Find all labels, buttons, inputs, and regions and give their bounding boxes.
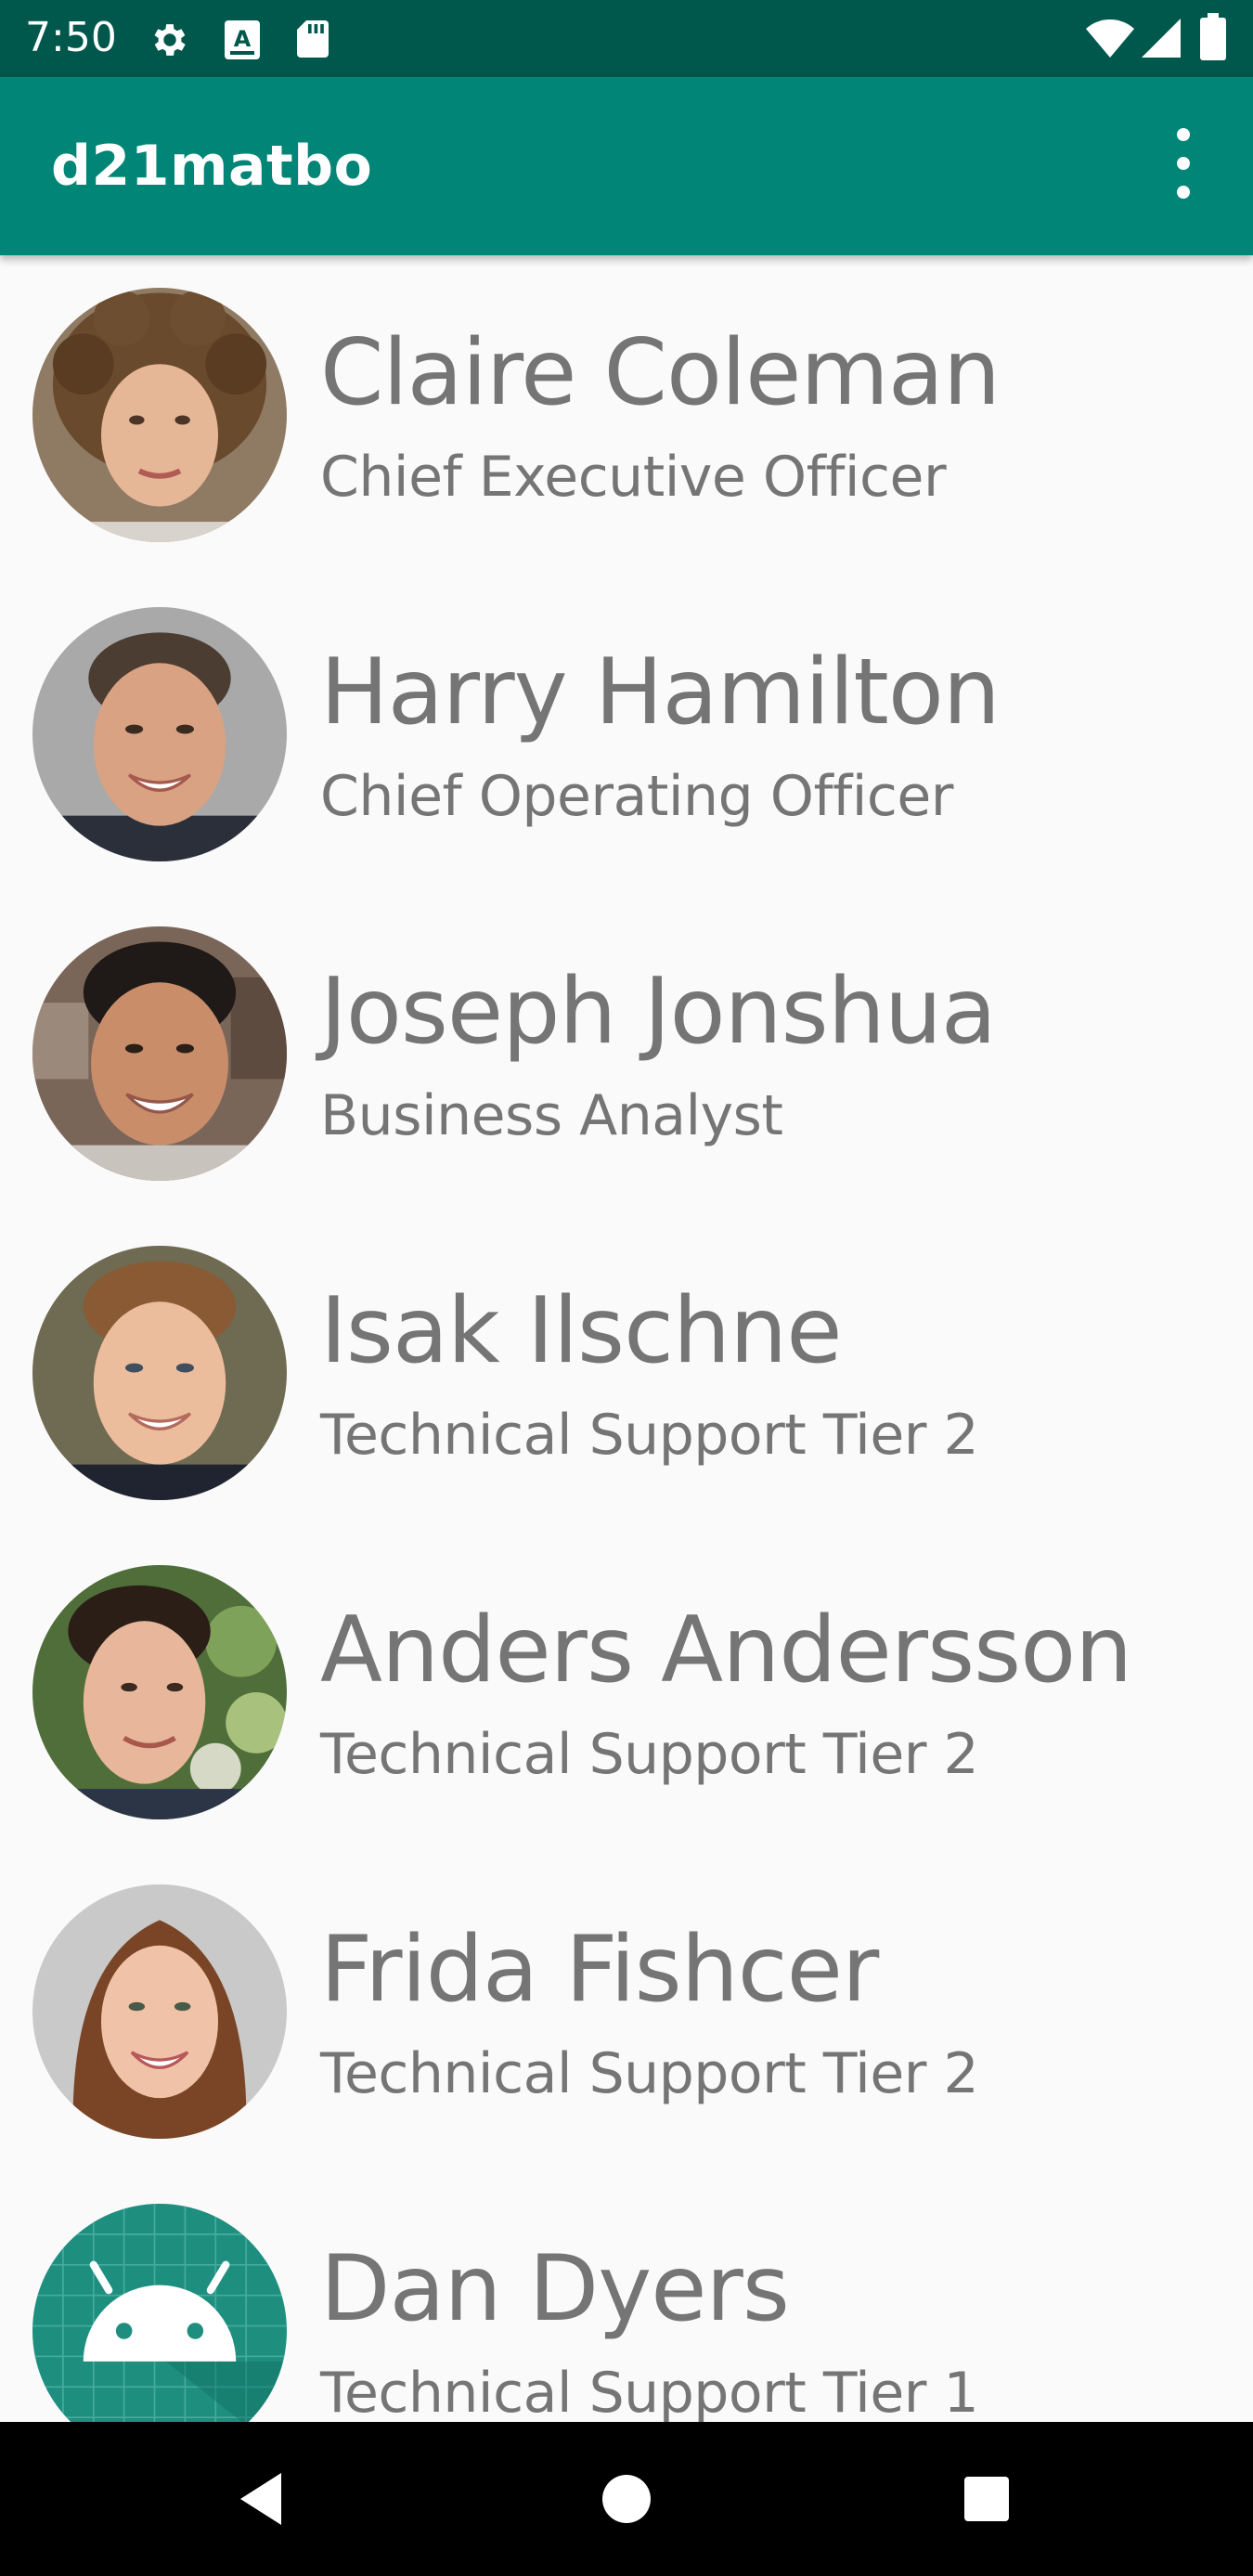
gear-icon (154, 24, 186, 56)
employee-name: Dan Dyers (320, 2236, 790, 2342)
employee-name: Joseph Jonshua (320, 959, 997, 1065)
photo-woman-long-hair (32, 1884, 287, 2139)
navigation-bar (0, 2422, 1253, 2576)
avatar (32, 926, 287, 1181)
avatar (32, 1884, 287, 2139)
app-title: d21matbo (51, 134, 373, 199)
employee-name: Claire Coleman (320, 320, 1001, 426)
employee-name: Frida Fishcer (320, 1917, 879, 2023)
employee-role: Technical Support Tier 2 (320, 1403, 979, 1468)
home-icon[interactable] (589, 2462, 664, 2536)
employee-row[interactable]: Dan Dyers Technical Support Tier 1 (0, 2171, 1253, 2422)
employee-row[interactable]: Harry Hamilton Chief Operating Officer (0, 575, 1253, 894)
employee-role: Technical Support Tier 2 (320, 2041, 979, 2106)
photo-man-short-hair (32, 607, 287, 861)
a-badge-icon: A (225, 20, 260, 59)
employee-role: Chief Operating Officer (320, 764, 953, 829)
employee-row[interactable]: Frida Fishcer Technical Support Tier 2 (0, 1852, 1253, 2171)
back-icon[interactable] (226, 2462, 300, 2536)
avatar (32, 2204, 287, 2422)
employee-row[interactable]: Joseph Jonshua Business Analyst (0, 894, 1253, 1213)
employee-name: Isak Ilschne (320, 1278, 843, 1384)
employee-name: Harry Hamilton (320, 640, 1001, 745)
battery-icon (1200, 13, 1226, 60)
photo-woman-curly-hair (32, 288, 287, 542)
employee-list[interactable]: Claire Coleman Chief Executive Officer H… (0, 255, 1253, 2422)
avatar (32, 1565, 287, 1819)
avatar (32, 288, 287, 542)
photo-man-dark-hair (32, 926, 287, 1181)
employee-role: Technical Support Tier 1 (320, 2361, 979, 2422)
status-bar: 7:50 A (0, 0, 1253, 77)
employee-role: Business Analyst (320, 1083, 783, 1148)
avatar (32, 1246, 287, 1500)
employee-role: Chief Executive Officer (320, 445, 947, 510)
android-icon (32, 2204, 287, 2422)
svg-text:A: A (234, 26, 252, 52)
employee-row[interactable]: Claire Coleman Chief Executive Officer (0, 255, 1253, 575)
signal-icon (1142, 19, 1181, 58)
wifi-icon (1086, 19, 1134, 58)
employee-name: Anders Andersson (320, 1598, 1132, 1703)
app-bar: d21matbo (0, 77, 1253, 255)
recents-icon[interactable] (949, 2462, 1024, 2536)
employee-role: Technical Support Tier 2 (320, 1722, 979, 1787)
photo-man-light-hair (32, 1246, 287, 1500)
employee-row[interactable]: Isak Ilschne Technical Support Tier 2 (0, 1213, 1253, 1533)
status-time: 7:50 (25, 14, 117, 61)
more-vert-icon[interactable] (1146, 114, 1221, 216)
photo-man-dark-hair-garden (32, 1565, 287, 1819)
employee-row[interactable]: Anders Andersson Technical Support Tier … (0, 1533, 1253, 1852)
avatar (32, 607, 287, 861)
sd-card-icon (297, 20, 329, 58)
